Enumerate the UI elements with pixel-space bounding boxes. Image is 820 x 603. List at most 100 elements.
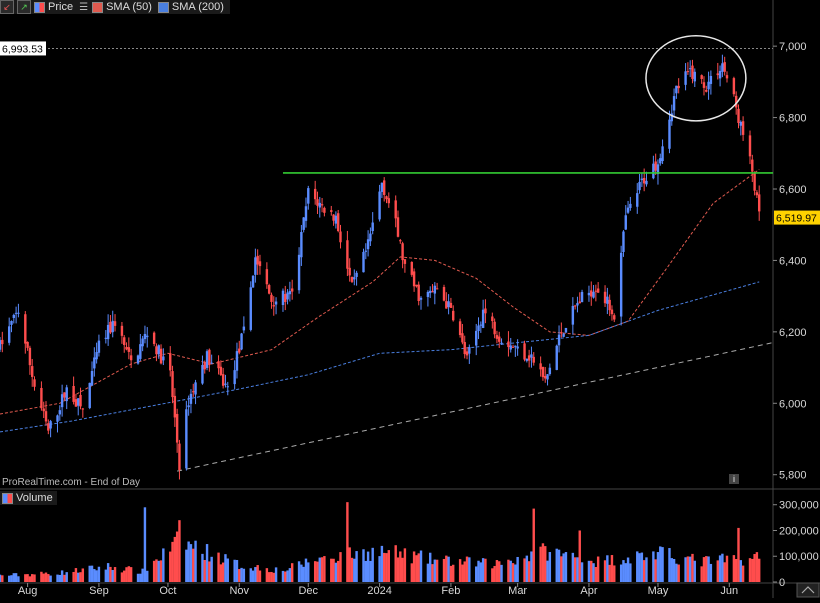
volume-bar (429, 552, 432, 582)
volume-bar (562, 553, 565, 582)
volume-bar (622, 560, 625, 582)
candle-body (426, 291, 430, 297)
volume-bar (58, 574, 62, 582)
time-tick-label: 2024 (367, 585, 391, 597)
candle-body (608, 299, 611, 311)
expand-icon[interactable]: ↗ (17, 0, 31, 14)
volume-bar (111, 570, 114, 582)
candle-body (210, 362, 213, 364)
candle-body (155, 346, 158, 355)
candle-body (638, 181, 641, 191)
candle-body (380, 182, 384, 192)
volume-tick-label: 300,000 (779, 500, 819, 512)
candle-body (709, 75, 713, 84)
volume-bar (753, 554, 756, 582)
candle-body (555, 345, 558, 370)
volume-bar (42, 573, 45, 582)
candle-body (152, 332, 156, 344)
volume-bar (624, 563, 627, 582)
candle-body (157, 345, 160, 355)
candle-body (120, 325, 124, 336)
volume-bar (330, 558, 333, 582)
volume-bar (509, 560, 512, 582)
candle-body (63, 392, 66, 398)
volume-bar (642, 560, 646, 582)
volume-bar (169, 551, 172, 582)
candle-body (415, 284, 418, 287)
volume-bar (606, 555, 609, 582)
volume-bar (507, 559, 510, 582)
settings-lines-icon[interactable]: ☰ (79, 2, 89, 13)
candle-body (477, 325, 480, 332)
legend-price[interactable]: Price (34, 1, 73, 13)
candle-body (106, 324, 110, 340)
candle-body (136, 355, 140, 364)
high-marker-label: 6,993.53 (2, 43, 43, 55)
volume-bar (175, 531, 179, 582)
volume-bar (106, 563, 110, 582)
candle-body (111, 320, 114, 333)
volume-bar (700, 566, 703, 582)
volume-bar (546, 560, 549, 582)
candle-body (684, 71, 687, 85)
candle-body (162, 356, 165, 361)
volume-bar (594, 567, 598, 582)
volume-bar (49, 575, 52, 582)
candle-body (544, 375, 547, 379)
legend-sma50[interactable]: SMA (50) (92, 1, 152, 13)
price-chart[interactable]: 6,993.53 5,800 6,000 6,200 6,400 6,600 6,800 7… (0, 0, 820, 598)
candle-body (350, 276, 354, 282)
candle-body (125, 346, 128, 350)
volume-tick-label: 200,000 (779, 525, 819, 537)
candle-body (417, 284, 420, 302)
volume-bar (109, 566, 112, 582)
candle-body (178, 443, 181, 471)
candle-body (323, 207, 326, 213)
candle-body (366, 239, 370, 250)
collapse-icon[interactable]: ↙ (0, 0, 14, 14)
candle-body (219, 366, 223, 375)
volume-bar (157, 560, 160, 582)
volume-bar (0, 574, 2, 582)
volume-bar (210, 556, 213, 582)
candle-body (447, 301, 450, 308)
volume-bar (40, 571, 43, 582)
volume-bar (571, 552, 575, 582)
candle-body (741, 121, 745, 135)
candle-body (143, 333, 147, 340)
volume-bar (235, 559, 239, 582)
volume-bar (205, 544, 209, 582)
candle-body (452, 310, 455, 321)
candle-body (81, 408, 85, 410)
candle-body (479, 324, 483, 326)
candle-body (668, 119, 671, 149)
volume-bar (221, 562, 225, 582)
volume-bar (465, 556, 469, 582)
volume-bar (371, 547, 374, 582)
candle-body (14, 312, 18, 314)
volume-bar (399, 551, 402, 582)
volume-bar (394, 545, 397, 582)
candle-body (235, 351, 239, 371)
time-tick-label: Dec (298, 585, 318, 597)
time-tick-label: Apr (580, 585, 597, 597)
volume-bar (336, 560, 340, 582)
candle-body (240, 333, 243, 350)
candle-body (284, 294, 287, 303)
volume-bar (26, 574, 29, 582)
legend-sma200[interactable]: SMA (200) (157, 1, 224, 13)
candle-body (56, 415, 59, 422)
volume-bar (355, 551, 358, 582)
candle-body (1, 339, 4, 345)
volume-bar (242, 568, 246, 582)
chart-legend: ↙ ↗ Price ☰ SMA (50) SMA (200) (0, 0, 230, 14)
volume-bar (159, 560, 163, 582)
volume-bar (141, 568, 144, 582)
candle-body (562, 333, 565, 337)
volume-bar (189, 544, 193, 582)
volume-bar (452, 564, 455, 582)
volume-bar (656, 552, 660, 582)
info-icon[interactable]: i (729, 474, 739, 484)
legend-price-label: Price (48, 1, 74, 13)
volume-bar (638, 553, 641, 582)
